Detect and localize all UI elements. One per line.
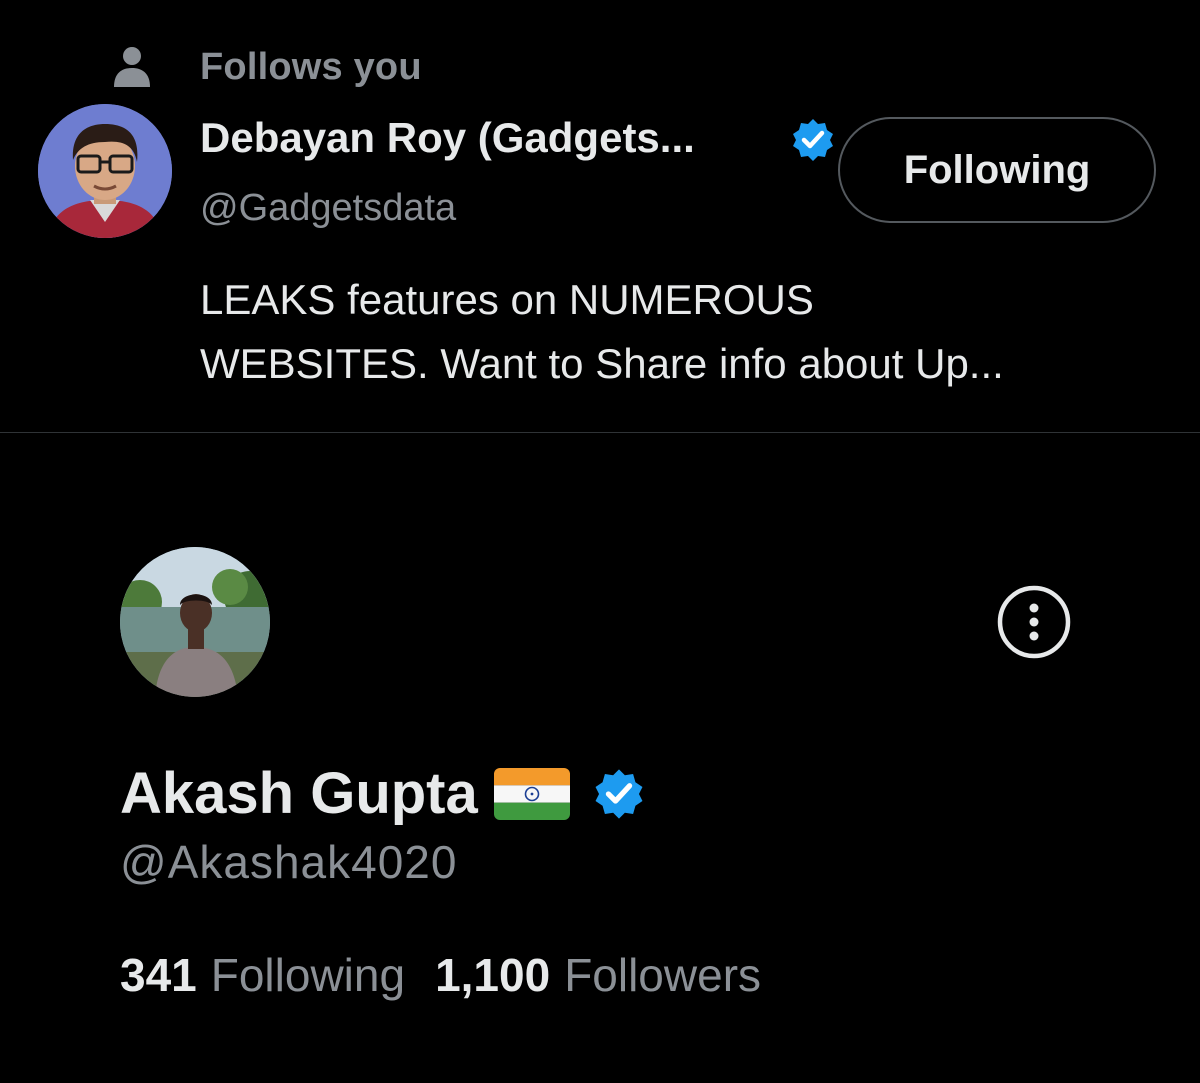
profile-stats: 341 Following 1,100 Followers: [120, 948, 761, 1002]
followers-label[interactable]: Followers: [564, 948, 761, 1002]
following-count[interactable]: 341: [120, 948, 197, 1002]
followers-count[interactable]: 1,100: [435, 948, 550, 1002]
photo-avatar-image: [120, 547, 270, 697]
suggested-user-handle[interactable]: @Gadgetsdata: [200, 187, 456, 230]
verified-badge-icon: [595, 768, 643, 819]
divider: [0, 432, 1200, 433]
avatar-debayan[interactable]: [38, 104, 172, 238]
follows-you-label: Follows you: [200, 45, 422, 88]
suggested-user-bio: LEAKS features on NUMEROUS WEBSITES. Wan…: [200, 268, 1160, 396]
profile-display-name: Akash Gupta: [120, 761, 478, 826]
india-flag-icon: [493, 767, 570, 820]
suggested-user-name[interactable]: Debayan Roy (Gadgets...: [200, 114, 695, 162]
bio-line: WEBSITES. Want to Share info about Up...: [200, 340, 1004, 387]
person-icon: [114, 47, 150, 87]
more-options-icon[interactable]: [996, 584, 1072, 660]
avatar-akash[interactable]: [120, 547, 270, 697]
follows-you-row: Follows you: [110, 42, 422, 92]
profile-name-row: Akash Gupta: [120, 760, 646, 827]
cartoon-avatar-image: [38, 104, 172, 238]
bio-line: LEAKS features on NUMEROUS: [200, 276, 814, 323]
following-label[interactable]: Following: [211, 948, 405, 1002]
verified-badge-icon: [793, 119, 833, 161]
following-button[interactable]: Following: [838, 117, 1156, 223]
profile-handle: @Akashak4020: [120, 836, 458, 888]
